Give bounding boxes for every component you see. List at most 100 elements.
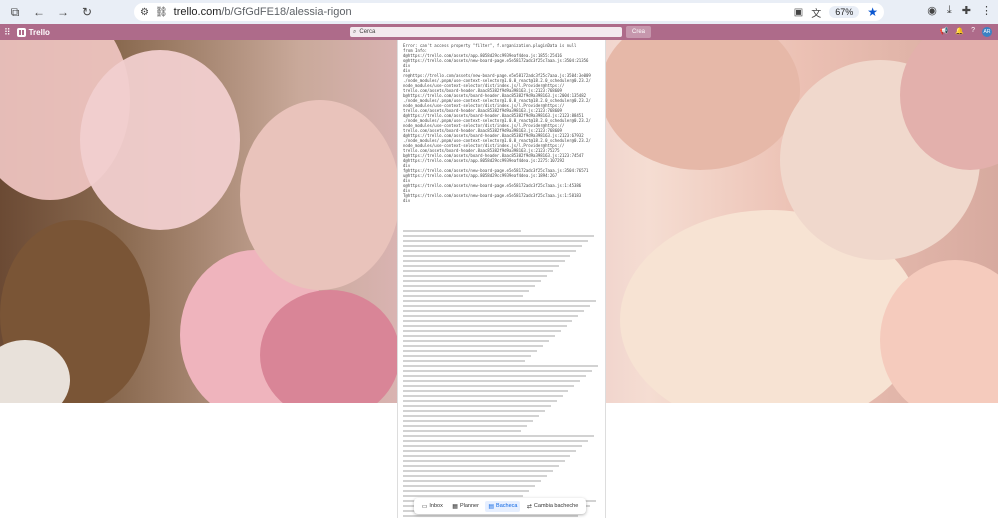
- error-line-placeholder: [403, 410, 545, 412]
- error-line-placeholder: [403, 470, 553, 472]
- error-line-placeholder: [403, 390, 569, 392]
- avatar[interactable]: AR: [982, 27, 992, 37]
- switch-boards-icon: ⇄: [526, 503, 532, 510]
- error-panel: Error: can't access property "filter", f…: [397, 40, 606, 518]
- search-input[interactable]: ⌕ Cerca: [350, 27, 622, 37]
- trello-logo-icon[interactable]: [16, 27, 26, 37]
- error-line-placeholder: [403, 305, 591, 307]
- error-line: div: [403, 198, 411, 203]
- error-line-placeholder: [403, 485, 535, 487]
- error-line-placeholder: [403, 350, 537, 352]
- error-line-placeholder: [403, 280, 541, 282]
- error-line-placeholder: [403, 465, 559, 467]
- error-stack-trace-continued: [403, 230, 600, 517]
- help-icon[interactable]: ?: [971, 27, 975, 37]
- error-line-placeholder: [403, 460, 565, 462]
- feedback-icon[interactable]: 📢: [940, 27, 949, 37]
- error-line-placeholder: [403, 230, 522, 232]
- error-line-placeholder: [403, 310, 585, 312]
- error-line-placeholder: [403, 495, 524, 497]
- back-button[interactable]: ←: [30, 3, 48, 21]
- error-line-placeholder: [403, 435, 595, 437]
- error-line-placeholder: [403, 340, 549, 342]
- error-stack-trace: Error: can't access property "filter", f…: [403, 43, 600, 203]
- error-line-placeholder: [403, 245, 583, 247]
- browser-toolbar: ⧉ ← → ↻ ⚙ ⛓ trello.com/b/GfGdFE18/alessi…: [0, 0, 998, 24]
- screenshot-icon[interactable]: ▣: [794, 7, 803, 18]
- board-icon: ▤: [488, 503, 495, 510]
- reload-button[interactable]: ↻: [78, 3, 96, 21]
- error-line-placeholder: [403, 265, 559, 267]
- nav-board[interactable]: ▤ Bacheca: [485, 500, 521, 512]
- notifications-icon[interactable]: 🔔: [955, 27, 964, 37]
- error-line-placeholder: [403, 450, 577, 452]
- bookmark-star-icon[interactable]: ★: [867, 5, 878, 19]
- error-line-placeholder: [403, 430, 522, 432]
- error-line-placeholder: [403, 240, 589, 242]
- error-line-placeholder: [403, 335, 555, 337]
- nav-switch-boards[interactable]: ⇄ Cambia bacheche: [524, 501, 581, 512]
- error-line-placeholder: [403, 250, 577, 252]
- error-line-placeholder: [403, 490, 530, 492]
- inbox-icon: ▭: [421, 503, 428, 510]
- error-line: o@https://trello.com/assets/new-board-pa…: [403, 58, 589, 63]
- app-switcher-icon[interactable]: ⠿: [4, 27, 11, 38]
- error-line-placeholder: [403, 440, 589, 442]
- error-line-placeholder: [403, 275, 547, 277]
- site-settings-icon[interactable]: ⚙: [140, 7, 149, 18]
- extensions-icon[interactable]: ✚: [962, 4, 971, 17]
- error-line: Error: can't access property "filter", f…: [403, 43, 577, 48]
- error-line-placeholder: [403, 395, 563, 397]
- error-line-placeholder: [403, 370, 593, 372]
- error-line: o@https://trello.com/assets/new-board-pa…: [403, 183, 582, 188]
- nav-inbox[interactable]: ▭ Inbox: [419, 501, 446, 512]
- nav-planner[interactable]: ▦ Planner: [449, 501, 482, 512]
- calendar-icon: ▦: [452, 503, 458, 510]
- profile-icon[interactable]: ◉: [927, 4, 937, 17]
- error-line-placeholder: [403, 360, 526, 362]
- error-line-placeholder: [403, 320, 573, 322]
- create-button[interactable]: Crea: [626, 26, 652, 38]
- error-line-placeholder: [403, 295, 524, 297]
- error-line-placeholder: [403, 445, 583, 447]
- error-line-placeholder: [403, 475, 547, 477]
- error-line-placeholder: [403, 515, 579, 517]
- url-text: trello.com/b/GfGdFE18/alessia-rigon: [173, 6, 352, 18]
- translate-icon[interactable]: 文: [811, 5, 821, 20]
- error-line-placeholder: [403, 235, 595, 237]
- forward-button[interactable]: →: [54, 3, 72, 21]
- error-line-placeholder: [403, 260, 565, 262]
- error-line-placeholder: [403, 325, 567, 327]
- error-line-placeholder: [403, 365, 599, 367]
- bottom-nav: ▭ Inbox ▦ Planner ▤ Bacheca ⇄ Cambia bac…: [414, 498, 586, 514]
- error-line-placeholder: [403, 375, 587, 377]
- error-line-placeholder: [403, 425, 528, 427]
- menu-icon[interactable]: ⋮: [981, 4, 992, 17]
- error-line-placeholder: [403, 420, 534, 422]
- search-icon: ⌕: [353, 28, 357, 35]
- download-icon[interactable]: ⤓: [947, 4, 952, 17]
- error-line-placeholder: [403, 270, 553, 272]
- error-line-placeholder: [403, 285, 535, 287]
- trello-logo[interactable]: Trello: [29, 28, 50, 37]
- tab-actions-icon[interactable]: ⧉: [6, 3, 24, 21]
- zoom-level[interactable]: 67%: [829, 6, 860, 18]
- error-line-placeholder: [403, 330, 561, 332]
- error-line-placeholder: [403, 290, 530, 292]
- error-line-placeholder: [403, 315, 579, 317]
- trello-header: ⠿ Trello ⌕ Cerca Crea 📢 🔔 ? AR: [0, 24, 998, 40]
- error-line-placeholder: [403, 385, 575, 387]
- address-bar[interactable]: ⚙ ⛓ trello.com/b/GfGdFE18/alessia-rigon …: [134, 3, 884, 21]
- error-line-placeholder: [403, 255, 571, 257]
- error-line-placeholder: [403, 455, 571, 457]
- error-line-placeholder: [403, 355, 532, 357]
- error-line-placeholder: [403, 400, 557, 402]
- search-placeholder: Cerca: [359, 29, 376, 35]
- error-line-placeholder: [403, 300, 597, 302]
- error-line-placeholder: [403, 380, 581, 382]
- error-line-placeholder: [403, 480, 541, 482]
- error-line-placeholder: [403, 345, 543, 347]
- error-line-placeholder: [403, 405, 551, 407]
- link-icon: ⛓: [154, 6, 168, 18]
- error-line-placeholder: [403, 415, 539, 417]
